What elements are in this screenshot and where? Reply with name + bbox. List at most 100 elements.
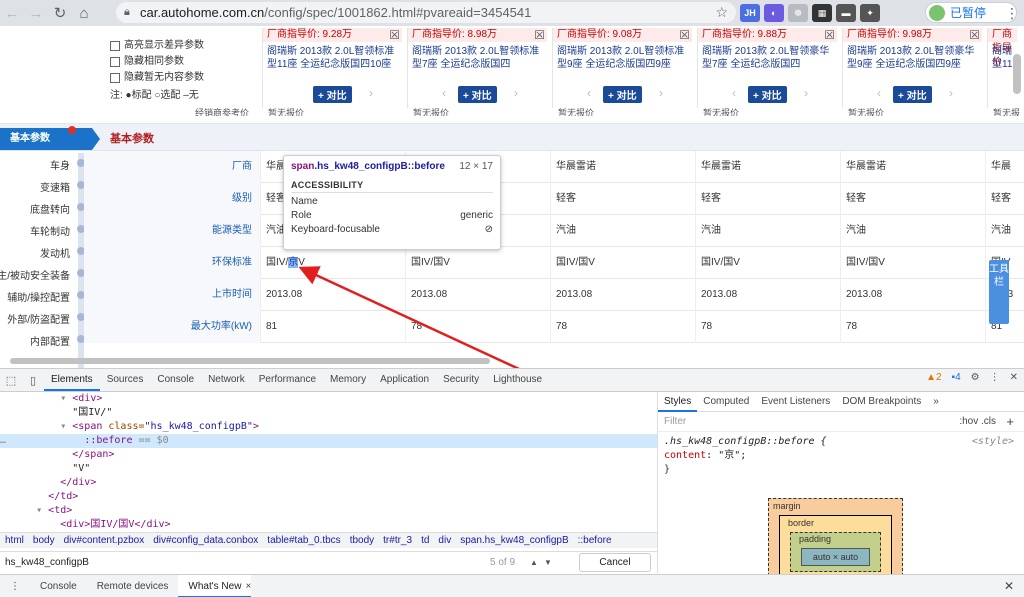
option-hide-empty[interactable]: 隐藏暂无内容参数 <box>110 70 260 86</box>
chevron-right-icon[interactable]: › <box>949 86 953 100</box>
tab-styles[interactable]: Styles <box>658 392 698 412</box>
chevron-right-icon[interactable]: › <box>514 86 518 100</box>
dom-node[interactable]: </td> <box>0 490 657 504</box>
tab-dom-breakpoints[interactable]: DOM Breakpoints <box>836 392 927 412</box>
dom-text-node[interactable]: "国IV/" <box>0 406 657 420</box>
chevron-right-icon[interactable]: › <box>804 86 808 100</box>
tab-console[interactable]: Console <box>150 369 201 391</box>
bookmark-star-icon[interactable]: ☆ <box>715 4 728 21</box>
close-icon[interactable]: ☒ <box>824 28 835 42</box>
dom-node[interactable]: ▾ <td> <box>0 504 657 518</box>
css-selector[interactable]: .hs_kw48_configpB::before { <box>664 436 827 447</box>
extension-jh-icon[interactable]: JH <box>740 4 760 22</box>
device-toolbar-icon[interactable]: ▯ <box>22 374 44 387</box>
dom-node-selected[interactable]: … ::before == $0 <box>0 434 657 448</box>
crumb[interactable]: html <box>5 535 24 546</box>
crumb[interactable]: div#config_data.conbox <box>153 535 258 546</box>
info-count[interactable]: ▪4 <box>952 372 961 383</box>
close-drawer-icon[interactable]: ✕ <box>1004 579 1014 593</box>
css-source[interactable]: <style> <box>972 435 1014 449</box>
close-icon[interactable]: ☒ <box>679 28 690 42</box>
dom-node[interactable]: </div> <box>0 476 657 490</box>
extension-wheel-icon[interactable]: ☸ <box>788 4 808 22</box>
crumb[interactable]: body <box>33 535 55 546</box>
compare-button[interactable]: + 对比 <box>748 86 787 103</box>
close-icon[interactable]: ☒ <box>389 28 400 42</box>
close-icon[interactable]: × <box>245 581 251 592</box>
chevron-left-icon[interactable]: ‹ <box>877 86 881 100</box>
profile-paused-button[interactable]: 已暂停 <box>925 2 1017 23</box>
compare-button[interactable]: + 对比 <box>893 86 932 103</box>
styles-filter[interactable]: Filter :hov .cls + <box>658 412 1024 432</box>
crumb[interactable]: div <box>438 535 451 546</box>
model-name[interactable]: 阁瑞斯 2013款 2.0L智领豪华型7座 全运纪念版国四 <box>698 42 837 82</box>
sidebar-item-exterior[interactable]: 外部/防盗配置 <box>7 311 70 326</box>
reload-icon[interactable]: ↻ <box>48 1 72 25</box>
gear-icon[interactable]: ⚙ <box>971 372 980 383</box>
chevron-left-icon[interactable]: ‹ <box>442 86 446 100</box>
tab-performance[interactable]: Performance <box>252 369 323 391</box>
extension-card-icon[interactable]: ▬ <box>836 4 856 22</box>
crumb[interactable]: tbody <box>350 535 374 546</box>
filter-input[interactable]: Filter <box>664 416 686 427</box>
css-property[interactable]: content <box>664 450 706 461</box>
toolbar-float-tab[interactable]: 工具栏 <box>989 260 1009 324</box>
dom-node[interactable]: ▾ <span class="hs_kw48_configpB"> <box>0 420 657 434</box>
drawer-menu-icon[interactable]: ⋮ <box>0 575 30 597</box>
chevron-right-icon[interactable]: › <box>369 86 373 100</box>
page-scrollbar-vertical[interactable] <box>1013 54 1021 94</box>
dom-node[interactable]: <div>国IV/国V</div> <box>0 518 657 532</box>
option-highlight-diff[interactable]: 高亮显示差异参数 <box>110 38 260 54</box>
cancel-button[interactable]: Cancel <box>579 553 651 572</box>
crumb[interactable]: div#content.pzbox <box>64 535 145 546</box>
hov-cls-toggle[interactable]: :hov .cls <box>959 416 996 427</box>
search-input[interactable]: hs_kw48_configpB <box>0 557 490 568</box>
tab-memory[interactable]: Memory <box>323 369 373 391</box>
dom-text-node[interactable]: "V" <box>0 462 657 476</box>
option-hide-same[interactable]: 隐藏相同参数 <box>110 54 260 70</box>
css-value[interactable]: : "京"; <box>706 450 746 461</box>
sidebar-item-safety[interactable]: 主/被动安全装备 <box>0 267 70 282</box>
extensions-puzzle-icon[interactable]: ✦ <box>860 4 880 22</box>
sidebar-item-body[interactable]: 车身 <box>50 157 70 172</box>
drawer-tab-remote-devices[interactable]: Remote devices <box>87 575 179 597</box>
tab-elements[interactable]: Elements <box>44 369 100 391</box>
tab-application[interactable]: Application <box>373 369 436 391</box>
extension-circle-icon[interactable]: ◐ <box>764 4 784 22</box>
prev-match-icon[interactable]: ▲ <box>530 558 544 567</box>
forward-arrow-icon[interactable]: → <box>24 1 48 25</box>
sidebar-item-assist[interactable]: 辅助/操控配置 <box>7 289 70 304</box>
crumb[interactable]: span.hs_kw48_configpB <box>460 535 568 546</box>
tab-computed[interactable]: Computed <box>697 392 755 412</box>
checkbox[interactable] <box>110 57 120 67</box>
more-tabs-icon[interactable]: » <box>927 392 945 412</box>
model-name[interactable]: 阁瑞斯 2013款 2.0L智领豪华型9座 全运纪念版国四9座 <box>843 42 982 82</box>
compare-button[interactable]: + 对比 <box>458 86 497 103</box>
checkbox[interactable] <box>110 41 120 51</box>
sidebar-item-chassis[interactable]: 底盘转向 <box>30 201 70 216</box>
chevron-left-icon[interactable]: ‹ <box>732 86 736 100</box>
next-match-icon[interactable]: ▼ <box>544 558 558 567</box>
crumb[interactable]: td <box>421 535 429 546</box>
extension-qr-icon[interactable]: ▦ <box>812 4 832 22</box>
sidebar-item-basic[interactable]: 基本参数 <box>0 128 100 150</box>
page-scrollbar-horizontal[interactable] <box>10 358 490 364</box>
close-icon[interactable]: ☒ <box>969 28 980 42</box>
home-icon[interactable]: ⌂ <box>72 1 96 25</box>
crumb[interactable]: ::before <box>578 535 612 546</box>
dom-node[interactable]: ▾ <div> <box>0 392 657 406</box>
sidebar-item-gearbox[interactable]: 变速箱 <box>40 179 70 194</box>
tab-network[interactable]: Network <box>201 369 252 391</box>
drawer-tab-console[interactable]: Console <box>30 575 87 597</box>
sidebar-item-engine[interactable]: 发动机 <box>40 245 70 260</box>
crumb[interactable]: tr#tr_3 <box>383 535 412 546</box>
model-name[interactable]: 阁瑞斯 2013款 2.0L智领标准型7座 全运纪念版国四 <box>408 42 547 82</box>
model-name[interactable]: 阁瑞斯 2013款 2.0L智领标准型11座 全运纪念版国四10座 <box>263 42 402 82</box>
new-rule-icon[interactable]: + <box>1006 414 1014 429</box>
inspect-element-icon[interactable]: ⬚ <box>0 374 22 387</box>
dom-node[interactable]: </span> <box>0 448 657 462</box>
address-bar[interactable]: 🔒︎ car.autohome.com.cn/config/spec/10018… <box>116 2 736 23</box>
tab-sources[interactable]: Sources <box>100 369 151 391</box>
model-name[interactable]: 阁瑞斯 2013款 2.0L智领标准型9座 全运纪念版国四9座 <box>553 42 692 82</box>
tab-event-listeners[interactable]: Event Listeners <box>755 392 836 412</box>
